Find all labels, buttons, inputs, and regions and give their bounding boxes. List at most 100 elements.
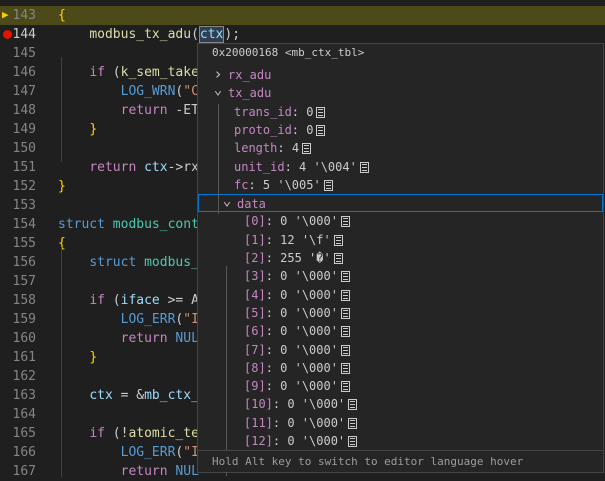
binary-view-icon[interactable] <box>340 307 350 319</box>
binary-view-icon[interactable] <box>323 179 333 191</box>
variable-label: unit_id: 4 '\004' <box>234 158 369 176</box>
binary-view-icon[interactable] <box>348 417 358 429</box>
code-text: modbus_tx_adu(ctx); <box>58 25 240 44</box>
binary-view-icon[interactable] <box>302 143 312 155</box>
variable-tree-row[interactable]: fc: 5 '\005' <box>198 176 603 194</box>
code-line[interactable]: ▶ 143{ <box>0 6 605 25</box>
variable-tree-row[interactable]: length: 4 <box>198 139 603 157</box>
code-token: ( <box>191 27 199 42</box>
separator: : <box>272 434 288 448</box>
binary-view-icon[interactable] <box>340 216 350 228</box>
binary-view-icon[interactable] <box>359 161 369 173</box>
variable-name: [5] <box>244 305 266 320</box>
chevron-down-icon[interactable]: ⌄ <box>221 194 233 213</box>
line-number: 148 <box>12 103 36 118</box>
line-number: 151 <box>12 160 36 175</box>
variable-tree-row[interactable]: [4]: 0 '\000' <box>198 286 603 304</box>
variable-tree-row[interactable]: [1]: 12 '\f' <box>198 231 603 249</box>
code-text: LOG_ERR("I <box>58 310 199 329</box>
code-token: modbus_tx_adu <box>89 27 192 42</box>
code-token: = & <box>112 388 145 403</box>
binary-view-icon[interactable] <box>340 326 350 338</box>
binary-view-icon[interactable] <box>348 399 358 411</box>
variable-value: 4 '\004' <box>299 159 357 174</box>
variable-label: proto_id: 0 <box>234 121 326 139</box>
code-token: LOG_WRN <box>120 84 176 99</box>
variable-tree-row[interactable]: [5]: 0 '\000' <box>198 304 603 322</box>
code-token: >= A <box>159 293 199 308</box>
variable-name: proto_id <box>234 122 292 137</box>
variable-tree-row[interactable]: › rx_adu <box>198 66 603 84</box>
binary-view-icon[interactable] <box>340 289 350 301</box>
chevron-right-icon[interactable]: › <box>212 66 224 84</box>
code-text: } <box>58 348 97 367</box>
binary-view-icon[interactable] <box>316 106 326 118</box>
variable-label: tx_adu <box>228 84 271 102</box>
variable-label: [0]: 0 '\000' <box>244 212 350 230</box>
variable-tree-row[interactable]: ⌄ data <box>198 194 603 213</box>
hover-footer-hint: Hold Alt key to switch to editor languag… <box>198 450 603 472</box>
code-token: NUL <box>175 331 199 346</box>
code-text: } <box>58 177 66 196</box>
variable-tree-row[interactable]: [0]: 0 '\000' <box>198 212 603 230</box>
variable-tree-row[interactable]: [12]: 0 '\000' <box>198 432 603 450</box>
line-number: 161 <box>12 350 36 365</box>
variable-tree-row[interactable]: [11]: 0 '\000' <box>198 414 603 432</box>
line-number: 144 <box>12 27 36 42</box>
variable-value: 5 '\005' <box>262 177 321 192</box>
variable-tree-row[interactable]: [10]: 0 '\000' <box>198 395 603 413</box>
code-token: } <box>58 179 66 194</box>
variable-tree-row[interactable]: [3]: 0 '\000' <box>198 267 603 285</box>
variable-tree-row[interactable]: proto_id: 0 <box>198 121 603 139</box>
code-token: return <box>89 160 137 175</box>
variable-name: [1] <box>244 232 266 247</box>
variable-tree-row[interactable]: [7]: 0 '\000' <box>198 341 603 359</box>
variable-tree-row[interactable]: trans_id: 0 <box>198 103 603 121</box>
variable-name: [8] <box>244 360 266 375</box>
binary-view-icon[interactable] <box>333 234 343 246</box>
variable-tree-row[interactable]: [8]: 0 '\000' <box>198 359 603 377</box>
variable-value: 0 '\000' <box>280 305 338 320</box>
variable-value: 0 '\000' <box>287 434 346 448</box>
tree-indent-guide <box>226 266 227 476</box>
binary-view-icon[interactable] <box>340 344 350 356</box>
variable-label: [11]: 0 '\000' <box>244 414 358 432</box>
separator: : <box>265 232 281 247</box>
line-number: 156 <box>12 255 36 270</box>
binary-view-icon[interactable] <box>340 271 350 283</box>
code-token: ctx <box>144 160 168 175</box>
variable-tree-row[interactable]: [6]: 0 '\000' <box>198 322 603 340</box>
binary-view-icon[interactable] <box>340 362 350 374</box>
variable-label: rx_adu <box>228 66 271 84</box>
code-line[interactable]: 144 modbus_tx_adu(ctx); <box>0 25 605 44</box>
separator: : <box>265 251 281 265</box>
binary-view-icon[interactable] <box>348 436 358 447</box>
line-number: 149 <box>12 122 36 137</box>
variable-name: length <box>234 141 278 156</box>
debug-hover-widget[interactable]: 0x20000168 <mb_ctx_tbl> › rx_adu ⌄ tx_adu tr… <box>197 43 604 476</box>
code-token: struct <box>58 217 105 232</box>
binary-view-icon[interactable] <box>333 253 343 264</box>
variable-label: [7]: 0 '\000' <box>244 341 350 359</box>
variable-value: 0 '\000' <box>280 324 338 339</box>
code-text: ctx = &mb_ctx_ <box>58 386 199 405</box>
variable-label: [10]: 0 '\000' <box>244 395 358 413</box>
binary-view-icon[interactable] <box>316 124 326 136</box>
line-number: 166 <box>12 445 36 460</box>
variable-tree-row[interactable]: [2]: 255 '�' <box>198 249 603 267</box>
variable-tree-row[interactable]: [9]: 0 '\000' <box>198 377 603 395</box>
variable-name: [6] <box>244 324 266 339</box>
variable-tree-row[interactable]: unit_id: 4 '\004' <box>198 158 603 176</box>
variable-tree-row[interactable]: ⌄ tx_adu <box>198 83 603 102</box>
separator: : <box>272 397 288 412</box>
variable-label: [2]: 255 '�' <box>244 249 343 267</box>
variable-value: 0 <box>306 104 314 119</box>
binary-view-icon[interactable] <box>340 381 350 393</box>
variable-value: 4 <box>291 141 300 156</box>
line-number: 157 <box>12 274 36 289</box>
chevron-down-icon[interactable]: ⌄ <box>212 83 224 102</box>
code-text: { <box>58 6 66 25</box>
